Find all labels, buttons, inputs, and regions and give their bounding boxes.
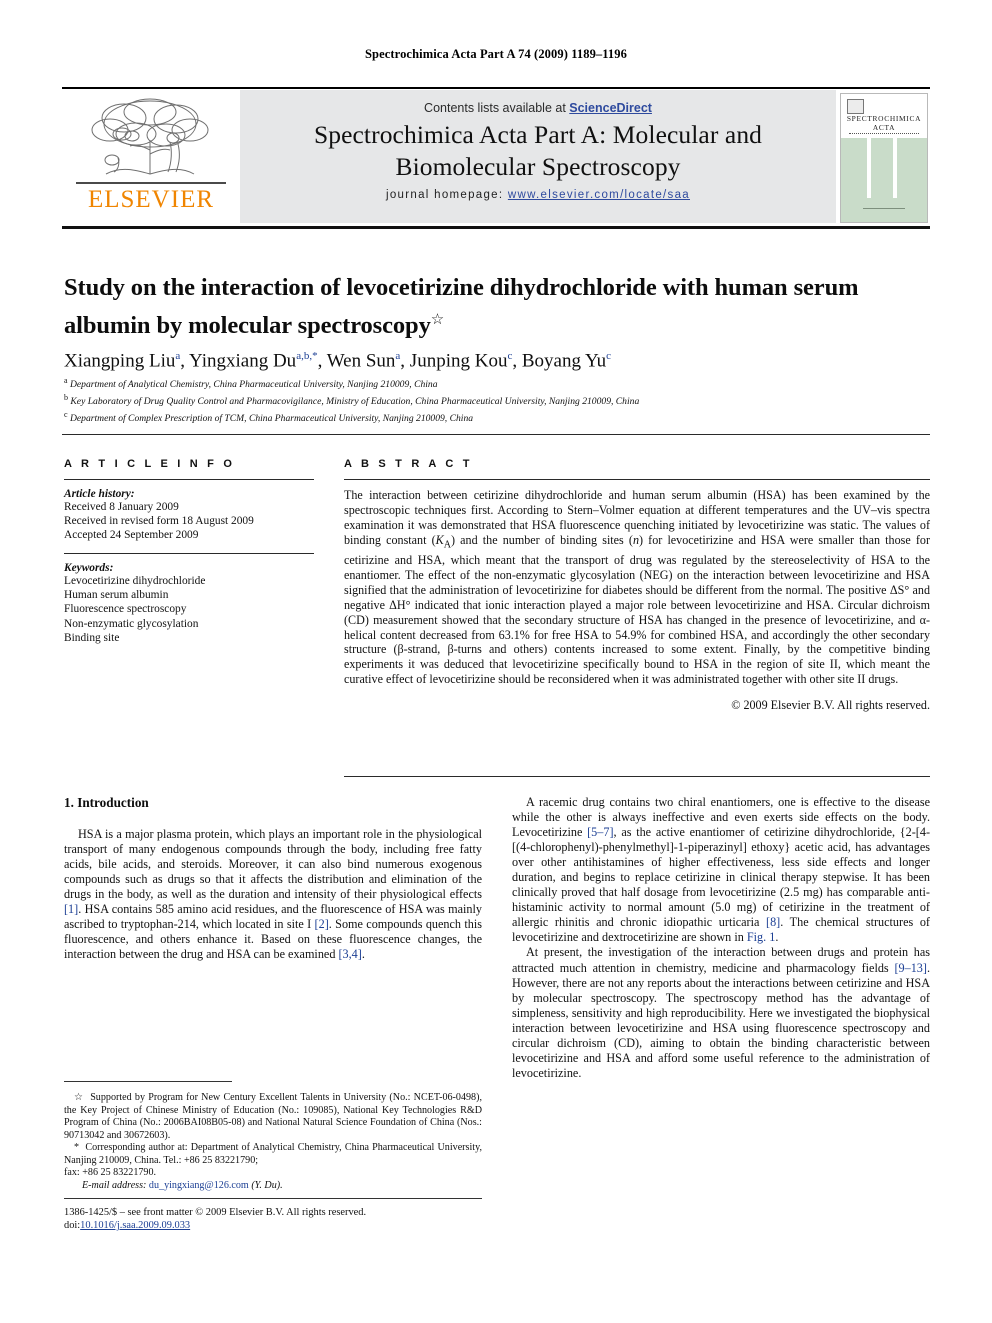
affiliation-text-b: Key Laboratory of Drug Quality Control a… [70,395,640,407]
footnote-divider [64,1081,232,1082]
publisher-logo-area: ELSEVIER [62,90,240,223]
footnote-email-link[interactable]: du_yingxiang@126.com [149,1180,249,1191]
elsevier-logo: ELSEVIER [66,94,236,220]
author-list: Xiangping Liua, Yingxiang Dua,b,*, Wen S… [64,350,612,372]
elsevier-wordmark: ELSEVIER [87,186,215,213]
footnote-fax: fax: +86 25 83221790. [64,1167,157,1178]
footnote-email-owner: (Y. Du). [251,1179,283,1191]
keywords-heading: Keywords: [64,561,114,574]
keyword-item: Human serum albumin [64,589,169,602]
footer-doi-link[interactable]: 10.1016/j.saa.2009.09.033 [80,1220,190,1231]
affiliation-marker-c: c [64,409,68,419]
journal-cover-area: SPECTROCHIMICA ACTA [836,90,930,223]
footnote-block: ☆ Supported by Program for New Century E… [64,1092,482,1192]
article-page: Spectrochimica Acta Part A 74 (2009) 118… [0,0,992,1323]
keywords-list: Levocetirizine dihydrochloride Human ser… [64,574,314,646]
keyword-item: Fluorescence spectroscopy [64,603,187,616]
abstract-rule [344,479,930,480]
affiliation-marker-a: a [64,376,68,385]
cover-stripe-2 [893,138,897,198]
history-item-received: Received 8 January 2009 [64,501,179,513]
sciencedirect-link[interactable]: ScienceDirect [569,101,652,115]
intro-paragraph-right-2: At present, the investigation of the int… [512,945,930,1080]
footer-doi-line: doi:10.1016/j.saa.2009.09.033 [64,1219,482,1232]
footnote-email-line: E-mail address: du_yingxiang@126.com (Y.… [64,1180,482,1193]
abstract-bottom-rule [344,776,930,777]
article-history-heading: Article history: [64,488,135,500]
article-info-rule [64,479,314,480]
masthead-bottom-rule [62,226,930,229]
journal-masthead: ELSEVIER SPECTROCHIMICA ACTA Contents li… [62,87,930,224]
footer-doi-label: doi: [64,1220,81,1232]
footnote-funding-text: Supported by Program for New Century Exc… [64,1092,482,1141]
cover-title-line2: ACTA [872,123,896,132]
footer-divider [64,1198,482,1199]
keywords-rule [64,552,314,554]
elsevier-tree-icon [91,98,209,175]
body-column-left: 1. Introduction HSA is a major plasma pr… [64,795,482,962]
journal-cover-thumbnail: SPECTROCHIMICA ACTA [840,93,928,223]
footnote-email-label: E-mail address: [82,1179,147,1191]
footer-block: 1386-1425/$ – see front matter © 2009 El… [64,1206,482,1232]
contents-available-line: Contents lists available at ScienceDirec… [240,101,836,115]
abstract-heading: A B S T R A C T [344,458,473,470]
cover-bottom-rule [863,208,905,210]
keyword-item: Non-enzymatic glycosylation [64,617,199,630]
journal-title: Spectrochimica Acta Part A: Molecular an… [240,119,836,183]
page-title: Study on the interaction of levocetirizi… [64,272,930,342]
footnote-corresponding-text: Corresponding author at: Department of A… [64,1142,482,1166]
affiliation-marker-b: b [64,392,68,402]
affiliation-text-c: Department of Complex Prescription of TC… [69,412,474,424]
footer-issn-line: 1386-1425/$ – see front matter © 2009 El… [64,1207,367,1218]
cover-divider [849,133,919,135]
affiliation-text-a: Department of Analytical Chemistry, Chin… [69,379,438,391]
affiliation-b: b Key Laboratory of Drug Quality Control… [64,392,930,409]
cover-barcode-icon [847,99,864,114]
homepage-label: journal homepage: [386,189,504,201]
body-column-right: A racemic drug contains two chiral enant… [512,795,930,1081]
running-head: Spectrochimica Acta Part A 74 (2009) 118… [365,47,627,61]
intro-paragraph-left: HSA is a major plasma protein, which pla… [64,827,482,962]
abstract-text: The interaction between cetirizine dihyd… [344,488,930,687]
footnote-corresponding: * Corresponding author at: Department of… [64,1142,482,1167]
journal-homepage-line: journal homepage: www.elsevier.com/locat… [240,189,836,201]
title-footnote-marker: ☆ [430,312,445,328]
header-divider [62,434,930,435]
history-item-revised: Received in revised form 18 August 2009 [64,515,254,528]
article-history-list: Received 8 January 2009 Received in revi… [64,500,314,543]
affiliation-a: a Department of Analytical Chemistry, Ch… [64,375,930,392]
affiliation-c: c Department of Complex Prescription of … [64,409,930,426]
article-info-heading: A R T I C L E I N F O [64,458,236,470]
article-info-column: A R T I C L E I N F O Article history: R… [64,458,314,646]
affiliation-list: a Department of Analytical Chemistry, Ch… [64,375,930,425]
cover-title-line1: SPECTROCHIMICA [846,114,922,123]
footnote-corresponding-marker: * [74,1142,80,1153]
cover-stripe-1 [867,138,871,198]
keyword-item: Levocetirizine dihydrochloride [64,574,206,587]
journal-homepage-link[interactable]: www.elsevier.com/locate/saa [508,189,690,201]
abstract-column: A B S T R A C T The interaction between … [344,458,930,713]
intro-paragraph-right-1: A racemic drug contains two chiral enant… [512,795,930,945]
footnote-funding: ☆ Supported by Program for New Century E… [64,1092,482,1142]
journal-title-line1: Spectrochimica Acta Part A: Molecular an… [313,120,763,149]
elsevier-logo-rule [76,182,226,184]
history-item-accepted: Accepted 24 September 2009 [64,529,199,542]
journal-title-line2: Biomolecular Spectroscopy [395,152,681,181]
abstract-copyright: © 2009 Elsevier B.V. All rights reserved… [731,698,930,713]
section-heading-introduction: 1. Introduction [64,795,149,810]
contents-prefix: Contents lists available at [424,101,570,115]
keyword-item: Binding site [64,632,120,645]
footnote-funding-marker: ☆ [74,1092,84,1103]
article-title-text: Study on the interaction of levocetirizi… [64,274,859,340]
